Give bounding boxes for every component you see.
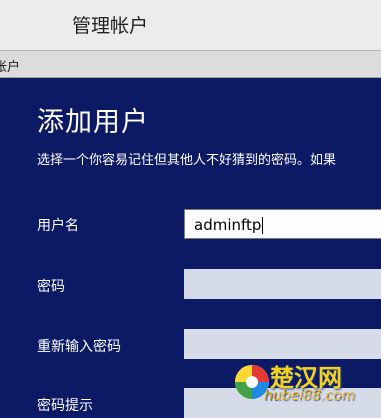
- username-value: adminftp: [194, 216, 264, 234]
- password-input[interactable]: [184, 269, 381, 299]
- text-caret: [262, 217, 264, 234]
- confirm-password-input[interactable]: [184, 329, 381, 359]
- confirm-password-label: 重新输入密码: [37, 339, 121, 355]
- watermark: 楚汉网 hubei88.com 头条@楚汉游戏网: [232, 356, 381, 409]
- username-label: 用户名: [37, 218, 79, 234]
- window-titlebar: 管理帐户: [0, 0, 381, 51]
- address-bar[interactable]: 帐户: [0, 51, 381, 78]
- username-input[interactable]: adminftp: [184, 209, 381, 239]
- window-title: 管理帐户: [72, 15, 149, 37]
- breadcrumb[interactable]: 帐户: [0, 56, 20, 75]
- password-instructions: 选择一个你容易记住但其他人不好猜到的密码。如果: [37, 153, 337, 168]
- password-label: 密码: [37, 279, 65, 295]
- watermark-overlay: 头条@楚汉游戏网: [276, 393, 356, 404]
- password-hint-label: 密码提示: [37, 398, 93, 414]
- page-title: 添加用户: [37, 107, 149, 138]
